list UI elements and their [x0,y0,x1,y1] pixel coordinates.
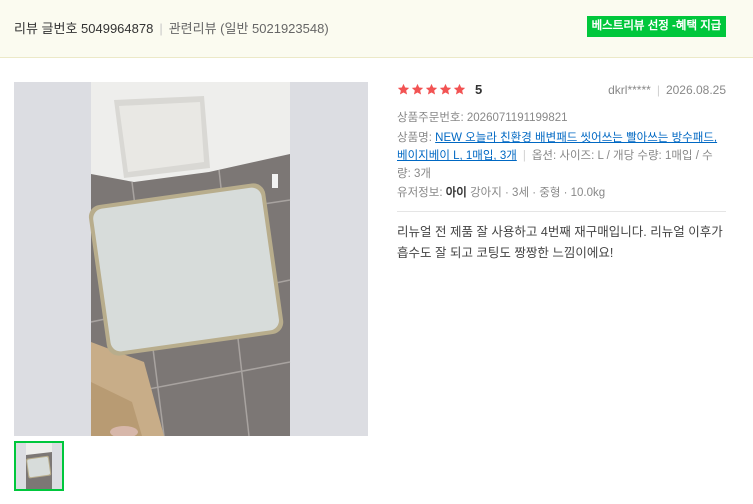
product-row: 상품명: NEW 오늘라 친환경 배변패드 씻어쓰는 빨아쓰는 방수패드, 베이… [397,129,726,183]
review-photo[interactable] [14,82,368,436]
review-photo-thumbnail[interactable] [14,441,64,491]
review-content: 리뉴얼 전 제품 잘 사용하고 4번째 재구매입니다. 리뉴얼 이후가 흡수도 … [397,225,723,260]
review-info: 5 dkrl***** | 2026.08.25 상품주문번호: 202607119… [397,82,726,264]
separator: | [159,21,163,36]
pet-name: 아이 [445,187,467,199]
pet-details: 강아지 · 3세 · 중형 · 10.0kg [470,187,606,199]
star-icon [425,83,438,95]
review-header: 리뷰 글번호 5049964878 | 관련리뷰 (일반 5021923548) 베… [0,0,753,58]
thumbnail-image [16,443,62,489]
related-review-id: 관련리뷰 (일반 5021923548) [168,21,329,36]
order-number-row: 상품주문번호: 2026071191199821 [397,109,726,127]
best-review-badge: 베스트리뷰 선정 -혜택 지급 [587,16,726,37]
user-info-label: 유저정보: [397,187,443,199]
rating-row: 5 dkrl***** | 2026.08.25 [397,82,726,100]
review-photo-image [14,82,368,436]
star-icon [453,83,466,95]
star-icon [397,83,410,95]
order-number-label: 상품주문번호: [397,112,464,124]
separator: | [656,83,660,97]
user-info-row: 유저정보: 아이 강아지 · 3세 · 중형 · 10.0kg [397,184,726,202]
product-label: 상품명: [397,132,432,144]
review-id: 리뷰 글번호 5049964878 [14,21,154,36]
writer-id: dkrl***** [608,83,651,97]
order-number: 2026071191199821 [466,112,568,124]
review-ids: 리뷰 글번호 5049964878 | 관련리뷰 (일반 5021923548) [14,18,329,37]
divider [397,211,726,212]
separator: | [522,150,526,162]
star-icon [411,83,424,95]
star-rating [397,83,466,96]
star-icon [439,83,452,95]
review-date: 2026.08.25 [665,83,726,97]
rating-score: 5 [475,82,483,97]
review-writer-info: dkrl***** | 2026.08.25 [608,83,726,97]
